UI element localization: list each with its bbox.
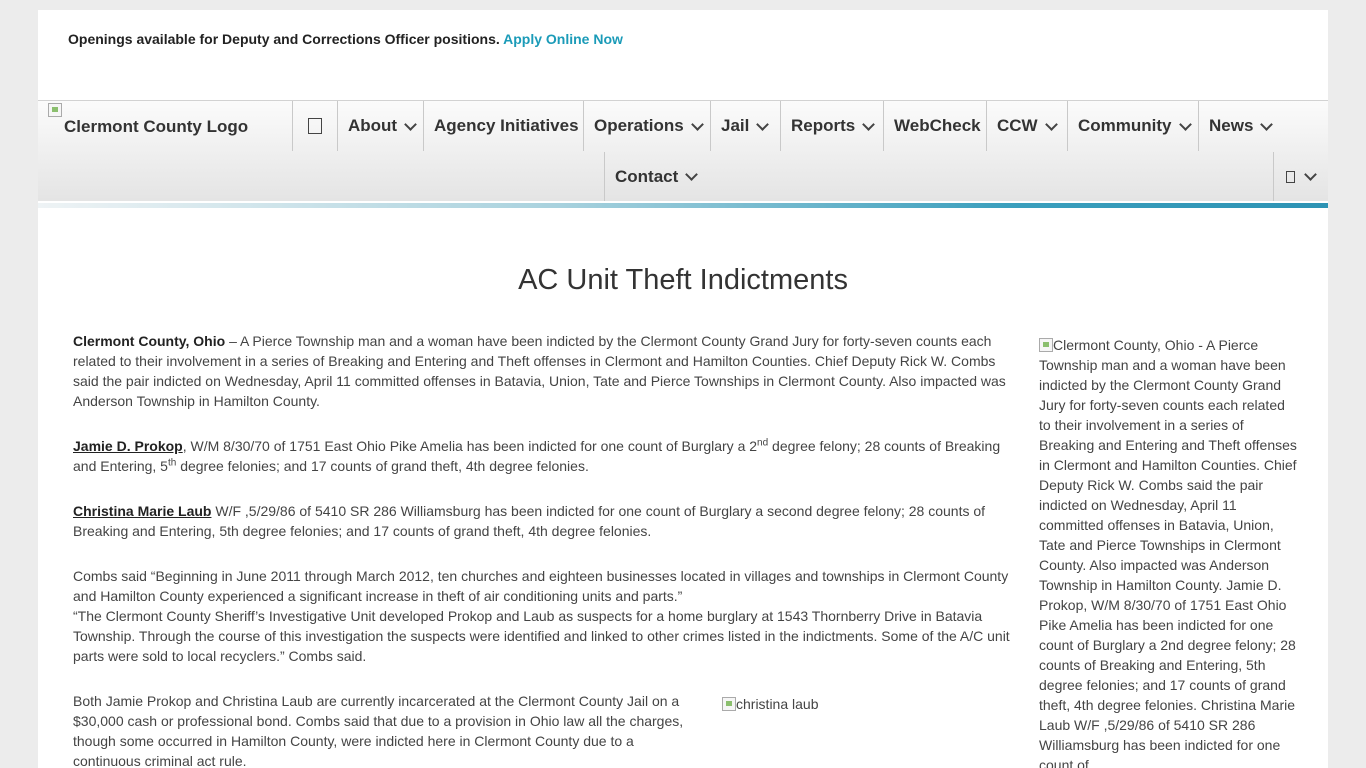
paragraph-text: degree felonies; and 17 counts of grand …	[176, 458, 589, 474]
nav-label: CCW	[997, 116, 1038, 135]
nav-label: Operations	[594, 116, 684, 135]
suspect-link-prokop[interactable]: Jamie D. Prokop	[73, 438, 183, 454]
nav-label: Reports	[791, 116, 856, 135]
paragraph-text: “The Clermont County Sheriff’s Investiga…	[73, 608, 1010, 664]
article-paragraph: Clermont County, Ohio – A Pierce Townshi…	[73, 331, 1013, 411]
broken-image-icon	[1039, 338, 1053, 352]
nav-item-operations[interactable]: Operations	[583, 101, 711, 151]
chevron-down-icon	[1304, 168, 1317, 181]
chevron-down-icon	[862, 117, 876, 131]
article-paragraph: Combs said “Beginning in June 2011 throu…	[73, 566, 1013, 666]
chevron-down-icon	[1178, 117, 1192, 131]
chevron-down-icon	[404, 117, 417, 131]
announcement-text: Openings available for Deputy and Correc…	[68, 31, 500, 47]
broken-image-wrapper	[1039, 337, 1053, 353]
nav-item-jail[interactable]: Jail	[710, 101, 781, 151]
paragraph-text: , W/M 8/30/70 of 1751 East Ohio Pike Ame…	[182, 438, 758, 454]
logo-alt-text: Clermont County Logo	[64, 117, 249, 136]
article-paragraph: Both Jamie Prokop and Christina Laub are…	[73, 691, 688, 768]
suspect-link-laub[interactable]: Christina Marie Laub	[73, 503, 211, 519]
menu-toggle-icon	[308, 118, 322, 134]
page-title: AC Unit Theft Indictments	[518, 264, 848, 297]
site-logo[interactable]: Clermont County Logo	[48, 103, 288, 151]
announcement-bar: Openings available for Deputy and Correc…	[68, 31, 623, 47]
nav-search-toggle[interactable]	[1273, 152, 1328, 201]
chevron-down-icon	[1260, 117, 1274, 131]
chevron-down-icon	[685, 168, 699, 181]
chevron-down-icon	[1044, 117, 1058, 131]
sidebar-image: Clermont County, Ohio - A Pierce Townshi…	[1039, 335, 1297, 768]
article-paragraph: Jamie D. Prokop, W/M 8/30/70 of 1751 Eas…	[73, 436, 1013, 476]
nav-menu-toggle[interactable]	[292, 101, 338, 151]
nav-item-reports[interactable]: Reports	[780, 101, 884, 151]
broken-image-icon	[722, 697, 736, 711]
nav-label: Contact	[615, 166, 679, 186]
broken-image-icon	[48, 103, 62, 117]
search-icon	[1286, 170, 1295, 183]
nav-item-contact[interactable]: Contact	[604, 152, 712, 201]
paragraph-text: Combs said “Beginning in June 2011 throu…	[73, 568, 1009, 604]
chevron-down-icon	[690, 117, 704, 131]
nav-item-webcheck[interactable]: WebCheck	[883, 101, 987, 151]
nav-label: Community	[1078, 116, 1172, 135]
paragraph-text: Both Jamie Prokop and Christina Laub are…	[73, 693, 684, 768]
nav-label: News	[1209, 116, 1254, 135]
ordinal-suffix: nd	[757, 437, 769, 449]
apply-online-link[interactable]: Apply Online Now	[503, 31, 623, 47]
nav-item-ccw[interactable]: CCW	[986, 101, 1068, 151]
article-paragraph: Christina Marie Laub W/F ,5/29/86 of 541…	[73, 501, 1013, 541]
nav-item-community[interactable]: Community	[1067, 101, 1199, 151]
nav-item-agency-initiatives[interactable]: Agency Initiatives	[423, 101, 584, 151]
nav-item-news[interactable]: News	[1198, 101, 1328, 151]
nav-label: WebCheck	[894, 116, 981, 135]
nav-item-about[interactable]: About	[337, 101, 424, 151]
image-alt-text: christina laub	[736, 696, 819, 712]
nav-label: Agency Initiatives	[434, 116, 579, 135]
image-alt-text: Clermont County, Ohio - A Pierce Townshi…	[1039, 337, 1297, 768]
chevron-down-icon	[756, 117, 770, 131]
nav-accent-bar	[38, 203, 1328, 208]
inline-image-christina-laub: christina laub	[722, 696, 819, 712]
dateline: Clermont County, Ohio	[73, 333, 226, 349]
article-body: Clermont County, Ohio – A Pierce Townshi…	[73, 331, 1013, 768]
main-navigation: Clermont County Logo About Agency Initia…	[38, 100, 1328, 208]
page-container: Openings available for Deputy and Correc…	[38, 10, 1328, 768]
nav-label: Jail	[721, 116, 750, 135]
nav-label: About	[348, 116, 398, 135]
